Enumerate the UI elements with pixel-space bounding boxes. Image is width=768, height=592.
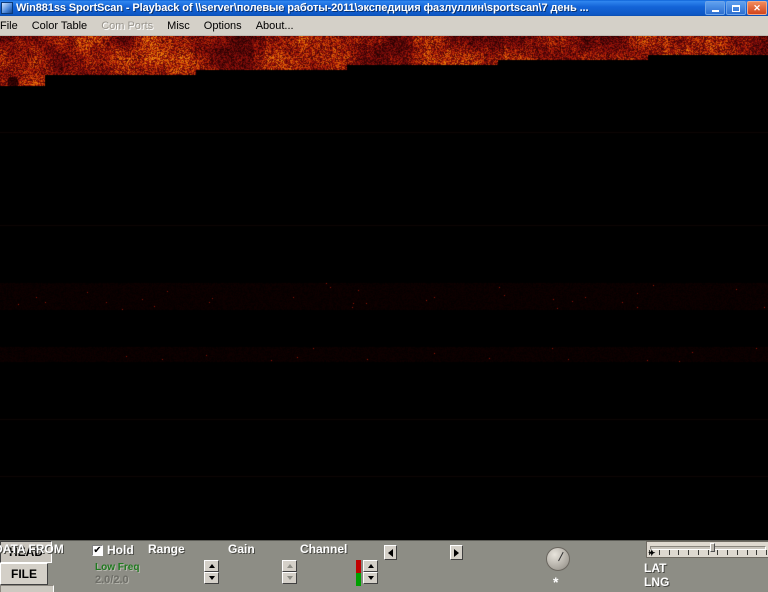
scale-tick [678, 550, 680, 555]
channel-spinner[interactable] [363, 560, 378, 584]
sonar-image-canvas[interactable] [0, 36, 768, 540]
menu-item-color-table[interactable]: Color Table [25, 18, 94, 34]
data-from-file-button[interactable]: FILE [0, 563, 48, 585]
scale-tick [756, 550, 758, 555]
plot-speed-left-arrow[interactable] [384, 545, 397, 560]
range-spinner[interactable] [204, 560, 219, 584]
scale-tick [688, 550, 689, 555]
scale-slider-ticks [649, 550, 767, 556]
menu-bar: File Color Table Com Ports Misc Options … [0, 16, 768, 36]
range-spinner-down[interactable] [204, 572, 219, 584]
menu-item-file[interactable]: File [0, 18, 25, 34]
channel-color-bar [356, 560, 361, 586]
control-panel: DATA FROM HEAD FILE ✔ Hold Low Freq 2.0/… [0, 540, 768, 592]
app-icon [1, 2, 13, 14]
scale-tick [727, 550, 728, 555]
maximize-button[interactable] [726, 1, 746, 15]
data-from-group: DATA FROM [0, 543, 64, 556]
hold-checkbox[interactable]: ✔ [92, 545, 103, 556]
scale-tick [697, 550, 699, 555]
gain-group: Gain [228, 543, 255, 556]
scale-tick [668, 550, 670, 555]
application-window: Win881ss SportScan - Playback of \\serve… [0, 0, 768, 592]
gain-spinner-up [282, 560, 297, 572]
lng-label: LNG [644, 575, 670, 589]
scale-tick [707, 550, 709, 555]
scale-tick [717, 550, 719, 555]
scale-tick [746, 550, 748, 555]
low-freq-label: Low Freq [95, 562, 140, 573]
menu-item-com-ports: Com Ports [101, 19, 154, 32]
gain-label: Gain [228, 542, 255, 556]
title-bar: Win881ss SportScan - Playback of \\serve… [0, 0, 768, 16]
dial-gauge[interactable] [546, 547, 570, 571]
range-label: Range [148, 542, 185, 556]
scale-tick [736, 550, 738, 555]
gain-spinner-down [282, 572, 297, 584]
recording-asterisk: * [553, 574, 559, 590]
channel-spinner-down[interactable] [363, 572, 378, 584]
hold-group: ✔ Hold [92, 544, 134, 557]
menu-item-about[interactable]: About... [249, 18, 301, 34]
scale-slider-left-marker: ✦ [648, 548, 656, 558]
gain-spinner [282, 560, 297, 584]
menu-item-options[interactable]: Options [197, 18, 249, 34]
window-title: Win881ss SportScan - Playback of \\serve… [16, 2, 589, 14]
close-button[interactable]: ✕ [747, 1, 767, 15]
range-value[interactable]: 60 M [0, 585, 54, 592]
side-scan-waterfall[interactable] [0, 36, 768, 540]
hold-label: Hold [107, 543, 134, 557]
low-freq-value: 2.0/2.0 [95, 574, 129, 586]
scale-tick [766, 550, 767, 555]
channel-spinner-up[interactable] [363, 560, 378, 572]
channel-group: Channel [300, 543, 347, 556]
scale-tick [658, 550, 660, 555]
minimize-button[interactable] [705, 1, 725, 15]
range-group: Range [148, 543, 185, 556]
channel-label: Channel [300, 542, 348, 556]
range-spinner-up[interactable] [204, 560, 219, 572]
plot-speed-right-arrow[interactable] [450, 545, 463, 560]
lat-label: LAT [644, 561, 667, 575]
scale-slider[interactable]: ✦ [646, 541, 768, 558]
data-from-label: DATA FROM [0, 542, 64, 556]
menu-item-misc[interactable]: Misc [160, 18, 197, 34]
